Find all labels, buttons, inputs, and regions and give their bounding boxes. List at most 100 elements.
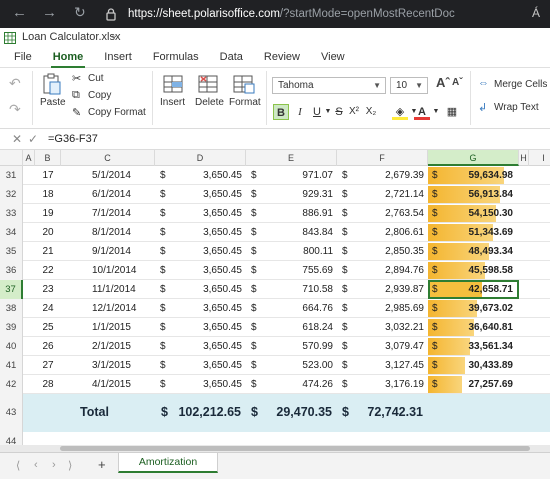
cell-e[interactable]: 523.00 xyxy=(246,356,333,375)
scrollbar-thumb[interactable] xyxy=(60,446,530,451)
column-header-i[interactable]: I xyxy=(529,150,550,166)
horizontal-scrollbar[interactable] xyxy=(0,445,550,452)
column-header-f[interactable]: F xyxy=(337,150,428,166)
cell-f[interactable]: 3,032.21 xyxy=(337,318,424,337)
cell-period[interactable]: 18 xyxy=(38,185,58,204)
cell-f[interactable]: 2,721.14 xyxy=(337,185,424,204)
cell-date[interactable]: 9/1/2014 xyxy=(92,242,131,261)
column-header-h[interactable]: H xyxy=(519,150,529,166)
cell-e[interactable]: 800.11 xyxy=(246,242,333,261)
wrap-text-icon[interactable]: ↲ xyxy=(478,101,487,114)
menu-item-insert[interactable]: Insert xyxy=(104,48,132,67)
strikethrough-button[interactable]: S xyxy=(331,104,347,120)
merge-cells-button[interactable]: Merge Cells xyxy=(494,79,547,90)
column-header-d[interactable]: D xyxy=(155,150,246,166)
cell-e[interactable]: 929.31 xyxy=(246,185,333,204)
subscript-button[interactable]: X₂ xyxy=(363,104,379,120)
menu-item-formulas[interactable]: Formulas xyxy=(153,48,199,67)
cell-e[interactable]: 843.84 xyxy=(246,223,333,242)
row-header[interactable]: 36 xyxy=(0,261,23,280)
cell-e[interactable]: 710.58 xyxy=(246,280,333,299)
cell-d[interactable]: 3,650.45 xyxy=(155,337,242,356)
cell-d[interactable]: 3,650.45 xyxy=(155,204,242,223)
cell-f[interactable]: 3,079.47 xyxy=(337,337,424,356)
redo-icon[interactable]: ↷ xyxy=(9,101,21,118)
row-header[interactable]: 40 xyxy=(0,337,23,356)
row-header[interactable]: 34 xyxy=(0,223,23,242)
cell-period[interactable]: 22 xyxy=(38,261,58,280)
format-painter-icon[interactable]: ✎ xyxy=(72,106,81,119)
cell-f[interactable]: 3,127.45 xyxy=(337,356,424,375)
cell-d[interactable]: 3,650.45 xyxy=(155,185,242,204)
cell-f[interactable]: 2,679.39 xyxy=(337,166,424,185)
paste-button[interactable]: Paste xyxy=(40,97,66,108)
merge-cells-icon[interactable]: ⇔ xyxy=(478,77,489,89)
cell-f[interactable]: 2,985.69 xyxy=(337,299,424,318)
cell-e[interactable]: 618.24 xyxy=(246,318,333,337)
chevron-down-icon[interactable]: ⌄ xyxy=(110,30,118,41)
undo-icon[interactable]: ↶ xyxy=(9,75,21,92)
italic-button[interactable]: I xyxy=(292,104,308,120)
cell-balance[interactable]: $48,493.34 xyxy=(428,243,519,260)
cell-e[interactable]: 886.91 xyxy=(246,204,333,223)
copy-icon[interactable]: ⧉ xyxy=(72,89,80,102)
cell-e[interactable]: 570.99 xyxy=(246,337,333,356)
cell-date[interactable]: 8/1/2014 xyxy=(92,223,131,242)
cell-date[interactable]: 5/1/2014 xyxy=(92,166,131,185)
total-f[interactable]: 72,742.31 xyxy=(337,405,423,419)
total-d[interactable]: 102,212.65 xyxy=(155,405,241,419)
cell-balance[interactable]: $45,598.58 xyxy=(428,262,519,279)
cell-d[interactable]: 3,650.45 xyxy=(155,261,242,280)
confirm-formula-icon[interactable]: ✓ xyxy=(28,132,38,146)
delete-button[interactable]: Delete xyxy=(195,97,224,108)
row-header[interactable]: 35 xyxy=(0,242,23,261)
cell-date[interactable]: 12/1/2014 xyxy=(92,299,137,318)
cell-period[interactable]: 17 xyxy=(38,166,58,185)
cell-date[interactable]: 7/1/2014 xyxy=(92,204,131,223)
menu-item-review[interactable]: Review xyxy=(264,48,300,67)
cell-period[interactable]: 20 xyxy=(38,223,58,242)
add-sheet-button[interactable]: + xyxy=(98,457,106,472)
cell-d[interactable]: 3,650.45 xyxy=(155,356,242,375)
formula-input[interactable]: =G36-F37 xyxy=(48,133,98,145)
cell-date[interactable]: 2/1/2015 xyxy=(92,337,131,356)
cell-period[interactable]: 27 xyxy=(38,356,58,375)
cancel-formula-icon[interactable]: ✕ xyxy=(12,132,22,146)
cell-d[interactable]: 3,650.45 xyxy=(155,318,242,337)
forward-icon[interactable]: → xyxy=(42,4,57,21)
insert-cells-icon[interactable] xyxy=(163,74,183,94)
row-header[interactable]: 44 xyxy=(0,432,23,445)
row-header[interactable]: 32 xyxy=(0,185,23,204)
paste-icon[interactable] xyxy=(42,73,62,95)
row-header[interactable]: 31 xyxy=(0,166,23,185)
cell-d[interactable]: 3,650.45 xyxy=(155,166,242,185)
row-header[interactable]: 33 xyxy=(0,204,23,223)
cell-balance[interactable]: $30,433.89 xyxy=(428,357,519,374)
font-size-select[interactable]: 10 ▼ xyxy=(390,77,428,94)
next-sheet-icon[interactable]: › xyxy=(52,459,56,471)
reader-view-icon[interactable]: Á xyxy=(532,6,540,20)
cell-period[interactable]: 28 xyxy=(38,375,58,394)
cell-f[interactable]: 2,806.61 xyxy=(337,223,424,242)
cell-balance[interactable]: $27,257.69 xyxy=(428,376,519,393)
copy-button[interactable]: Copy xyxy=(88,90,111,101)
cell-date[interactable]: 1/1/2015 xyxy=(92,318,131,337)
cell-balance[interactable]: $36,640.81 xyxy=(428,319,519,336)
cell-e[interactable]: 971.07 xyxy=(246,166,333,185)
cut-icon[interactable]: ✂ xyxy=(72,72,81,85)
cell-balance[interactable]: $39,673.02 xyxy=(428,300,519,317)
cell-period[interactable]: 25 xyxy=(38,318,58,337)
menu-item-data[interactable]: Data xyxy=(220,48,243,67)
back-icon[interactable]: ← xyxy=(12,4,27,21)
chevron-down-icon[interactable]: ▼ xyxy=(428,104,444,120)
superscript-button[interactable]: X² xyxy=(346,104,362,120)
row-header[interactable]: 37 xyxy=(0,280,23,299)
cell-d[interactable]: 3,650.45 xyxy=(155,223,242,242)
increase-font-icon[interactable]: Aˆ xyxy=(436,75,450,90)
menu-item-view[interactable]: View xyxy=(321,48,345,67)
cell-e[interactable]: 664.76 xyxy=(246,299,333,318)
select-all-corner[interactable] xyxy=(0,150,23,166)
row-header[interactable]: 39 xyxy=(0,318,23,337)
cell-period[interactable]: 23 xyxy=(38,280,58,299)
cell-balance[interactable]: $51,343.69 xyxy=(428,224,519,241)
